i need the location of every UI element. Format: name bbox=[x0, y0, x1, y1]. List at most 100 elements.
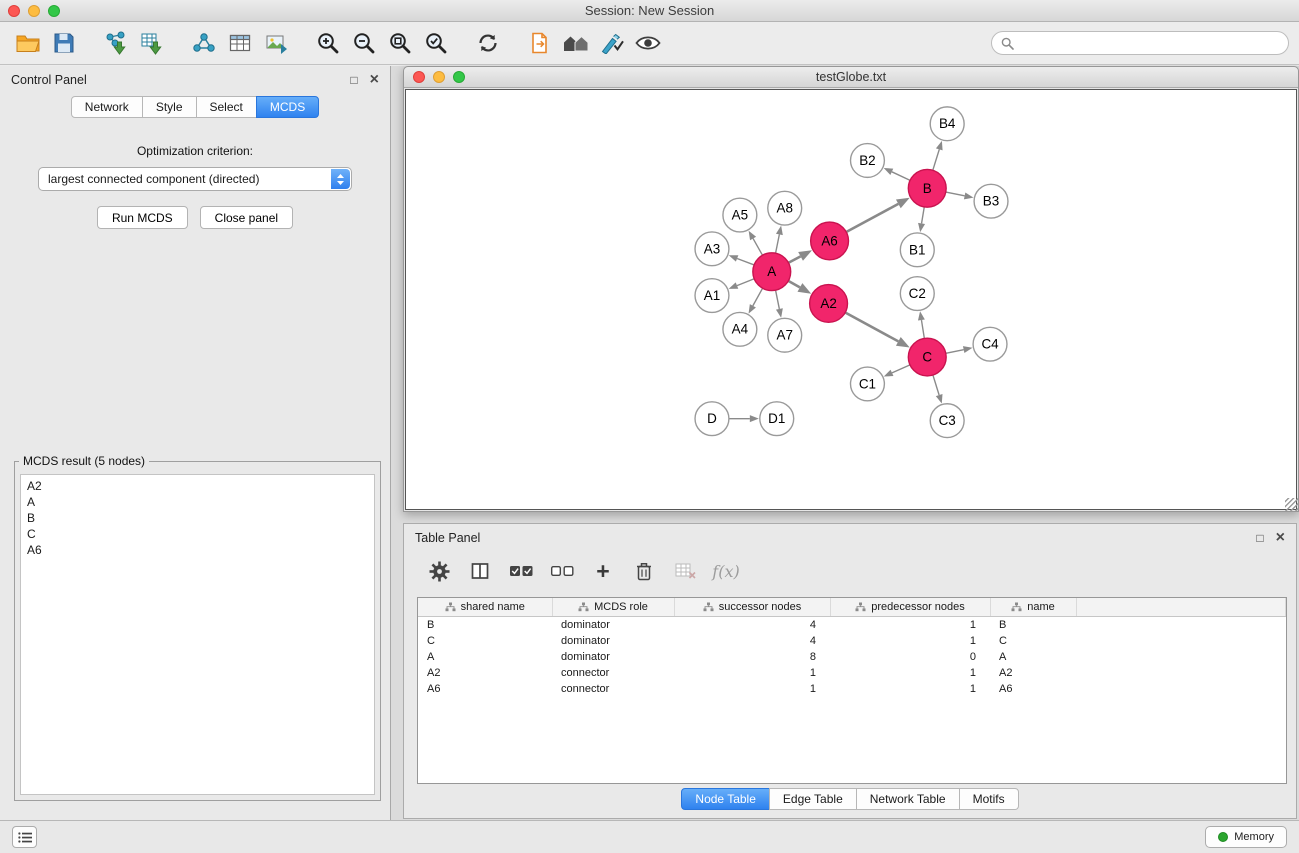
import-network-button[interactable] bbox=[98, 26, 134, 60]
close-table-panel-icon[interactable]: × bbox=[1276, 531, 1285, 545]
window-titlebar[interactable]: Session: New Session bbox=[0, 0, 1299, 22]
column-header-MCDS-role[interactable]: MCDS role bbox=[552, 598, 674, 616]
graph-node-B1[interactable]: B1 bbox=[900, 233, 934, 267]
close-window-button[interactable] bbox=[8, 5, 20, 17]
graph-edge-A-A1[interactable] bbox=[737, 279, 754, 286]
delete-column-button[interactable] bbox=[631, 559, 657, 583]
graph-edge-C-C4[interactable] bbox=[946, 350, 964, 354]
graph-node-B4[interactable]: B4 bbox=[930, 107, 964, 141]
graph-node-C[interactable]: C bbox=[908, 338, 946, 376]
graph-node-A7[interactable]: A7 bbox=[768, 318, 802, 352]
graph-node-C4[interactable]: C4 bbox=[973, 327, 1007, 361]
table-settings-button[interactable] bbox=[426, 559, 452, 583]
export-image-button[interactable] bbox=[258, 26, 294, 60]
search-field[interactable] bbox=[991, 31, 1289, 55]
zoom-out-button[interactable] bbox=[346, 26, 382, 60]
node-table-container[interactable]: shared nameMCDS rolesuccessor nodesprede… bbox=[417, 597, 1287, 784]
show-columns-button[interactable] bbox=[467, 559, 493, 583]
graph-node-A1[interactable]: A1 bbox=[695, 279, 729, 313]
graph-node-A8[interactable]: A8 bbox=[768, 191, 802, 225]
import-table-button[interactable] bbox=[134, 26, 170, 60]
tab-motifs[interactable]: Motifs bbox=[959, 788, 1019, 810]
tab-network[interactable]: Network bbox=[71, 96, 143, 118]
zoom-network-button[interactable] bbox=[453, 71, 465, 83]
zoom-in-button[interactable] bbox=[310, 26, 346, 60]
graph-edge-B-B1[interactable] bbox=[922, 207, 925, 223]
criterion-dropdown[interactable]: largest connected component (directed) bbox=[38, 167, 352, 191]
float-panel-icon[interactable]: □ bbox=[350, 74, 357, 86]
new-network-button[interactable] bbox=[186, 26, 222, 60]
graph-edge-A-A5[interactable] bbox=[753, 238, 762, 255]
network-canvas[interactable]: B4 B2 B B3 A5 A8 A6 B1 A3 A C2 A1 A2 A4 A7 C4 C C1 C3 D D1 bbox=[406, 90, 1296, 509]
delete-table-button[interactable] bbox=[672, 559, 698, 583]
apply-style-button[interactable] bbox=[594, 26, 630, 60]
graph-node-A2[interactable]: A2 bbox=[810, 285, 848, 323]
select-all-button[interactable] bbox=[508, 559, 534, 583]
graph-edge-A6-B[interactable] bbox=[846, 204, 898, 232]
graph-node-B[interactable]: B bbox=[908, 169, 946, 207]
search-input[interactable] bbox=[1020, 36, 1279, 50]
graph-edge-C-C2[interactable] bbox=[921, 320, 924, 338]
graph-edge-A-A6[interactable] bbox=[789, 256, 801, 262]
graph-edge-A-A7[interactable] bbox=[776, 290, 780, 309]
graph-node-D1[interactable]: D1 bbox=[760, 402, 794, 436]
mcds-result-item[interactable]: A6 bbox=[27, 542, 368, 558]
column-header-successor-nodes[interactable]: successor nodes bbox=[674, 598, 830, 616]
close-network-button[interactable] bbox=[413, 71, 425, 83]
column-header-shared-name[interactable]: shared name bbox=[418, 598, 552, 616]
minimize-window-button[interactable] bbox=[28, 5, 40, 17]
table-row[interactable]: Adominator80A bbox=[418, 649, 1286, 665]
zoom-window-button[interactable] bbox=[48, 5, 60, 17]
table-row[interactable]: Cdominator41C bbox=[418, 633, 1286, 649]
resize-grip[interactable] bbox=[1285, 498, 1298, 511]
task-history-button[interactable] bbox=[12, 826, 37, 848]
graph-edge-C-C1[interactable] bbox=[892, 365, 910, 373]
float-table-panel-icon[interactable]: □ bbox=[1256, 532, 1263, 544]
graph-node-A5[interactable]: A5 bbox=[723, 198, 757, 232]
tab-node-table[interactable]: Node Table bbox=[681, 788, 770, 810]
mcds-result-item[interactable]: B bbox=[27, 510, 368, 526]
add-column-button[interactable]: + bbox=[590, 559, 616, 583]
graph-node-C3[interactable]: C3 bbox=[930, 404, 964, 438]
graph-edge-A-A2[interactable] bbox=[788, 281, 800, 287]
column-header-predecessor-nodes[interactable]: predecessor nodes bbox=[830, 598, 990, 616]
table-row[interactable]: A2connector11A2 bbox=[418, 665, 1286, 681]
graph-edge-B-B4[interactable] bbox=[933, 149, 939, 170]
graph-node-A4[interactable]: A4 bbox=[723, 312, 757, 346]
graph-edge-B-B2[interactable] bbox=[892, 172, 910, 181]
graph-node-A6[interactable]: A6 bbox=[811, 222, 849, 260]
tab-edge-table[interactable]: Edge Table bbox=[769, 788, 857, 810]
first-neighbors-button[interactable] bbox=[558, 26, 594, 60]
run-mcds-button[interactable]: Run MCDS bbox=[97, 206, 188, 229]
table-row[interactable]: Bdominator41B bbox=[418, 616, 1286, 633]
column-header-name[interactable]: name bbox=[990, 598, 1076, 616]
function-builder-button[interactable]: f(x) bbox=[713, 559, 739, 583]
network-view[interactable]: B4 B2 B B3 A5 A8 A6 B1 A3 A C2 A1 A2 A4 A7 C4 C C1 C3 D D1 bbox=[405, 89, 1297, 510]
graph-node-C2[interactable]: C2 bbox=[900, 277, 934, 311]
mcds-result-item[interactable]: A2 bbox=[27, 478, 368, 494]
graph-edge-A-A8[interactable] bbox=[776, 234, 780, 253]
new-table-button[interactable] bbox=[222, 26, 258, 60]
mcds-result-list[interactable]: A2ABCA6 bbox=[20, 474, 375, 795]
apply-layout-button[interactable] bbox=[470, 26, 506, 60]
tab-select[interactable]: Select bbox=[196, 96, 257, 118]
zoom-selected-button[interactable] bbox=[418, 26, 454, 60]
open-session-button[interactable] bbox=[10, 26, 46, 60]
tab-style[interactable]: Style bbox=[142, 96, 197, 118]
deselect-all-button[interactable] bbox=[549, 559, 575, 583]
table-row[interactable]: A6connector11A6 bbox=[418, 681, 1286, 697]
graph-node-C1[interactable]: C1 bbox=[851, 367, 885, 401]
save-session-button[interactable] bbox=[46, 26, 82, 60]
graph-node-B3[interactable]: B3 bbox=[974, 184, 1008, 218]
graph-edge-B-B3[interactable] bbox=[946, 192, 965, 196]
copy-document-button[interactable] bbox=[522, 26, 558, 60]
minimize-network-button[interactable] bbox=[433, 71, 445, 83]
network-window[interactable]: testGlobe.txt B4B2BB3A5A8A6B1A3AC2A1A2A4… bbox=[403, 66, 1299, 512]
graph-node-B2[interactable]: B2 bbox=[851, 144, 885, 178]
graph-node-A3[interactable]: A3 bbox=[695, 232, 729, 266]
graph-node-D[interactable]: D bbox=[695, 402, 729, 436]
tab-mcds[interactable]: MCDS bbox=[256, 96, 319, 118]
graph-edge-A-A3[interactable] bbox=[737, 258, 754, 264]
tab-network-table[interactable]: Network Table bbox=[856, 788, 960, 810]
graph-node-A[interactable]: A bbox=[753, 253, 791, 291]
